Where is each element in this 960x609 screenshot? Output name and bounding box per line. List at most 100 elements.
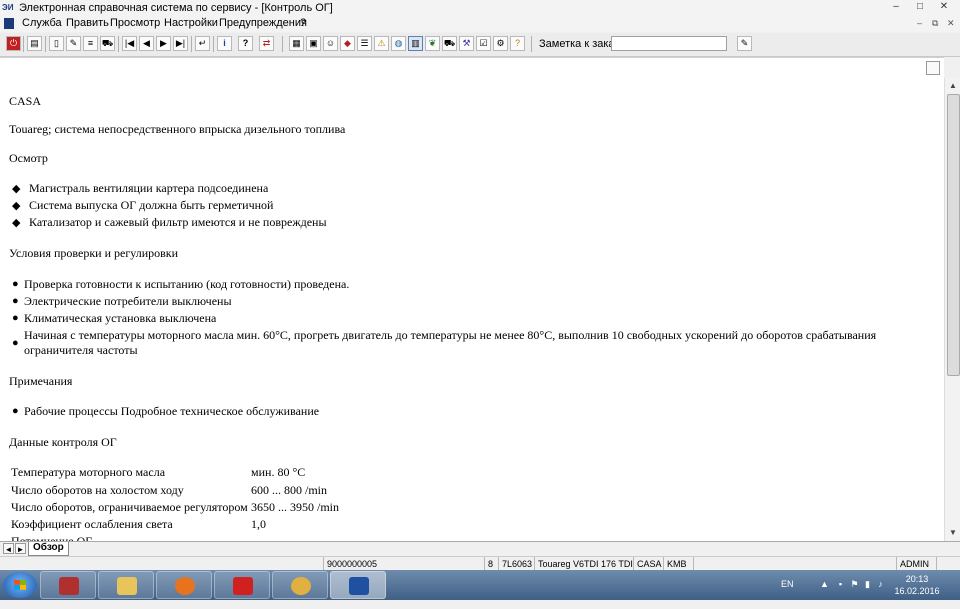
parts-icon[interactable]: ▣ <box>306 36 321 51</box>
clock[interactable]: 20:13 16.02.2016 <box>892 573 942 597</box>
menu-edit[interactable]: Править <box>66 17 109 29</box>
return-icon[interactable]: ↵ <box>195 36 210 51</box>
next-page-icon[interactable]: ▶ <box>156 36 171 51</box>
switch-icon[interactable]: ⇄ <box>259 36 274 51</box>
network-icon[interactable]: ▮ <box>863 579 872 589</box>
scroll-thumb[interactable] <box>947 94 960 376</box>
diamond-bullet-icon: ◆ <box>12 183 21 195</box>
info-icon[interactable]: i <box>217 36 232 51</box>
language-indicator[interactable]: EN <box>781 579 794 609</box>
condition-item-continued: ограничителя частоты <box>24 343 138 357</box>
inspection-item: Система выпуска ОГ должна быть герметичн… <box>29 198 274 212</box>
tray-expand-icon[interactable]: ▲ <box>820 579 829 589</box>
volume-icon[interactable]: ♪ <box>876 579 885 589</box>
scroll-down-icon[interactable]: ▼ <box>945 525 960 541</box>
condition-item: Электрические потребители выключены <box>24 294 232 308</box>
taskbar-explorer[interactable] <box>98 571 154 599</box>
new-document-icon[interactable]: ▯ <box>49 36 64 51</box>
status-order-number: 9000000005 <box>323 557 484 571</box>
mdi-restore-button[interactable]: ⧉ <box>932 18 938 29</box>
toolbar: ⏻ ▤ ▯ ✎ ≡ ⛟ |◀ ◀ ▶ ▶| ↵ i ? ⇄ ▦ ▣ ☺ ◆ ☰ … <box>0 33 960 57</box>
inspection-item: Магистраль вентиляции картера подсоедине… <box>29 181 269 195</box>
conditions-title: Условия проверки и регулировки <box>9 246 179 260</box>
data-label: Температура моторного масла <box>11 465 166 479</box>
document-icon[interactable] <box>4 18 14 29</box>
mdi-minimize-button[interactable]: – <box>917 18 922 28</box>
taskbar-firefox[interactable] <box>156 571 212 599</box>
mdi-close-button[interactable]: ✕ <box>947 18 955 29</box>
settings-icon[interactable]: ⚙ <box>493 36 508 51</box>
car-icon[interactable]: ⛟ <box>442 36 457 51</box>
edit-document-icon[interactable]: ✎ <box>66 36 81 51</box>
wrench-icon[interactable]: ⚒ <box>459 36 474 51</box>
menu-help[interactable]: ? <box>300 17 306 29</box>
question-icon[interactable]: ? <box>510 36 525 51</box>
note-edit-icon[interactable]: ✎ <box>737 36 752 51</box>
data-value: 3650 ... 3950 /min <box>251 500 340 514</box>
vehicle-icon[interactable]: ⛟ <box>100 36 115 51</box>
taskbar-pdf[interactable] <box>214 571 270 599</box>
close-button[interactable]: ✕ <box>932 1 956 13</box>
menu-service[interactable]: Служба <box>22 17 62 29</box>
inspection-title: Осмотр <box>9 151 48 165</box>
installer-icon <box>59 577 79 595</box>
exit-icon[interactable]: ⏻ <box>6 36 21 51</box>
help-icon[interactable]: ? <box>238 36 253 51</box>
print-icon[interactable]: ▤ <box>27 36 42 51</box>
order-note-field[interactable] <box>611 36 727 51</box>
round-bullet-icon: ● <box>12 337 19 349</box>
menu-bar: Служба Править Просмотр Настройки Предуп… <box>0 16 960 32</box>
condition-item: Проверка готовности к испытанию (код гот… <box>24 277 350 291</box>
data-title: Данные контроля ОГ <box>9 435 117 449</box>
active-tool-icon[interactable]: ▥ <box>408 36 423 51</box>
status-kmb: KMB <box>663 557 693 571</box>
status-bar: 9000000005 8 7L6063 Touareg V6TDI 176 TD… <box>0 556 960 571</box>
minimize-button[interactable]: – <box>884 1 908 13</box>
taskbar-installer[interactable] <box>40 571 96 599</box>
round-bullet-icon: ● <box>12 295 19 307</box>
document-subtitle: Touareg; система непосредственного впрыс… <box>9 122 346 136</box>
menu-warnings[interactable]: Предупреждения <box>219 17 307 29</box>
tab-overview[interactable]: Обзор <box>28 542 69 556</box>
notes-title: Примечания <box>9 374 73 388</box>
scroll-up-icon[interactable]: ▲ <box>945 78 960 94</box>
document-list-icon[interactable]: ≡ <box>83 36 98 51</box>
round-bullet-icon: ● <box>12 405 19 417</box>
page-icon[interactable] <box>926 61 940 75</box>
tab-prev-icon[interactable]: ◄ <box>3 543 14 554</box>
globe-icon[interactable]: ◍ <box>391 36 406 51</box>
maximize-button[interactable]: □ <box>908 1 932 13</box>
checklist-icon[interactable]: ☑ <box>476 36 491 51</box>
taskbar-elsa[interactable] <box>330 571 386 599</box>
catalog-icon[interactable]: ▦ <box>289 36 304 51</box>
inspection-item: Катализатор и сажевый фильтр имеются и н… <box>29 215 327 229</box>
vertical-scrollbar[interactable]: ▲ ▼ <box>944 78 960 541</box>
title-bar: ЭИ Электронная справочная система по сер… <box>0 0 960 16</box>
tray-app-icon[interactable]: ▪ <box>836 579 845 589</box>
tool-icon[interactable]: ◆ <box>340 36 355 51</box>
data-label: Число оборотов, ограничиваемое регулятор… <box>11 500 248 514</box>
list-icon[interactable]: ☰ <box>357 36 372 51</box>
diamond-bullet-icon: ◆ <box>12 217 21 229</box>
data-value: 600 ... 800 /min <box>251 483 328 497</box>
folder-icon <box>117 577 137 595</box>
person-icon[interactable]: ☺ <box>323 36 338 51</box>
menu-settings[interactable]: Настройки <box>164 17 218 29</box>
window-title: Электронная справочная система по сервис… <box>19 2 333 14</box>
first-page-icon[interactable]: |◀ <box>122 36 137 51</box>
taskbar-paint[interactable] <box>272 571 328 599</box>
start-button[interactable] <box>3 572 37 598</box>
data-label: Коэффициент ослабления света <box>11 517 173 531</box>
leaf-icon[interactable]: ❦ <box>425 36 440 51</box>
warning-icon[interactable]: ⚠ <box>374 36 389 51</box>
menu-view[interactable]: Просмотр <box>110 17 160 29</box>
clock-time: 20:13 <box>905 574 929 584</box>
taskbar: EN ▲ ▪ ⚑ ▮ ♪ 20:13 16.02.2016 <box>0 570 960 600</box>
flag-icon[interactable]: ⚑ <box>850 579 859 589</box>
data-label: Число оборотов на холостом ходу <box>11 483 184 497</box>
tab-next-icon[interactable]: ► <box>15 543 26 554</box>
status-empty-2 <box>693 557 896 571</box>
previous-page-icon[interactable]: ◀ <box>139 36 154 51</box>
last-page-icon[interactable]: ▶| <box>173 36 188 51</box>
condition-item: Начиная с температуры моторного масла ми… <box>24 328 877 342</box>
